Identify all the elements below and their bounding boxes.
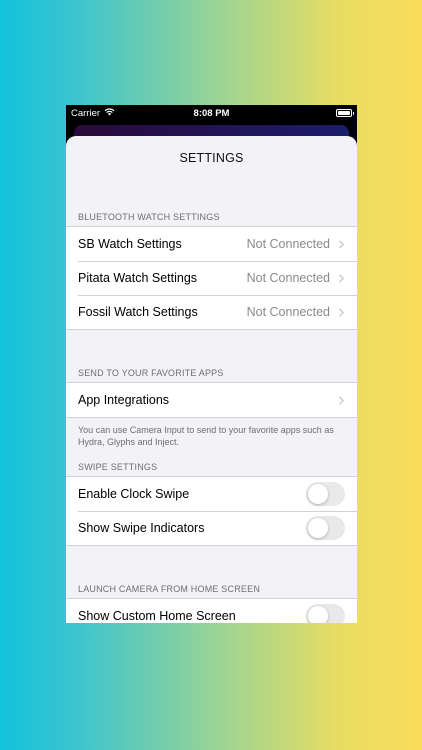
group-launch: Show Custom Home Screen — [66, 598, 357, 623]
section-header-bluetooth: BLUETOOTH WATCH SETTINGS — [78, 212, 220, 222]
section-header-launch: LAUNCH CAMERA FROM HOME SCREEN — [78, 584, 261, 594]
toggle-knob — [308, 518, 328, 538]
row-label: Enable Clock Swipe — [78, 487, 190, 501]
section-header-swipe: SWIPE SETTINGS — [78, 462, 158, 472]
row-app-integrations[interactable]: App Integrations — [66, 383, 357, 417]
row-pitata-watch-settings[interactable]: Pitata Watch Settings Not Connected — [66, 261, 357, 295]
toggle-knob — [308, 606, 328, 623]
row-label: Fossil Watch Settings — [78, 305, 198, 319]
group-apps: App Integrations — [66, 382, 357, 418]
show-custom-home-screen-toggle[interactable] — [306, 604, 345, 623]
row-enable-clock-swipe: Enable Clock Swipe — [66, 477, 357, 511]
row-fossil-watch-settings[interactable]: Fossil Watch Settings Not Connected — [66, 295, 357, 329]
enable-clock-swipe-toggle[interactable] — [306, 482, 345, 506]
phone-screen: Carrier 8:08 PM SETTINGS BLUETOOTH WATCH… — [66, 105, 357, 623]
settings-sheet: SETTINGS BLUETOOTH WATCH SETTINGS SB Wat… — [66, 136, 357, 623]
battery-icon — [336, 109, 354, 117]
row-label: SB Watch Settings — [78, 237, 182, 251]
connection-status: Not Connected — [246, 271, 330, 285]
row-label: Show Swipe Indicators — [78, 521, 205, 535]
section-footer-apps: You can use Camera Input to send to your… — [78, 425, 334, 447]
show-swipe-indicators-toggle[interactable] — [306, 516, 345, 540]
row-label: Show Custom Home Screen — [78, 609, 236, 623]
row-show-swipe-indicators: Show Swipe Indicators — [66, 511, 357, 545]
chevron-right-icon — [339, 307, 345, 317]
section-header-apps: SEND TO YOUR FAVORITE APPS — [78, 368, 224, 378]
chevron-right-icon — [339, 239, 345, 249]
connection-status: Not Connected — [246, 237, 330, 251]
group-bluetooth: SB Watch Settings Not Connected Pitata W… — [66, 226, 357, 330]
sheet-title: SETTINGS — [179, 151, 244, 165]
connection-status: Not Connected — [246, 305, 330, 319]
chevron-right-icon — [339, 273, 345, 283]
status-time: 8:08 PM — [193, 108, 230, 119]
row-label: Pitata Watch Settings — [78, 271, 198, 285]
toggle-knob — [308, 484, 328, 504]
chevron-right-icon — [339, 395, 345, 405]
status-bar: Carrier 8:08 PM — [66, 105, 357, 123]
row-show-custom-home-screen: Show Custom Home Screen — [66, 599, 357, 623]
group-swipe: Enable Clock Swipe Show Swipe Indicators — [66, 476, 357, 546]
row-label: App Integrations — [78, 393, 170, 407]
row-sb-watch-settings[interactable]: SB Watch Settings Not Connected — [66, 227, 357, 261]
